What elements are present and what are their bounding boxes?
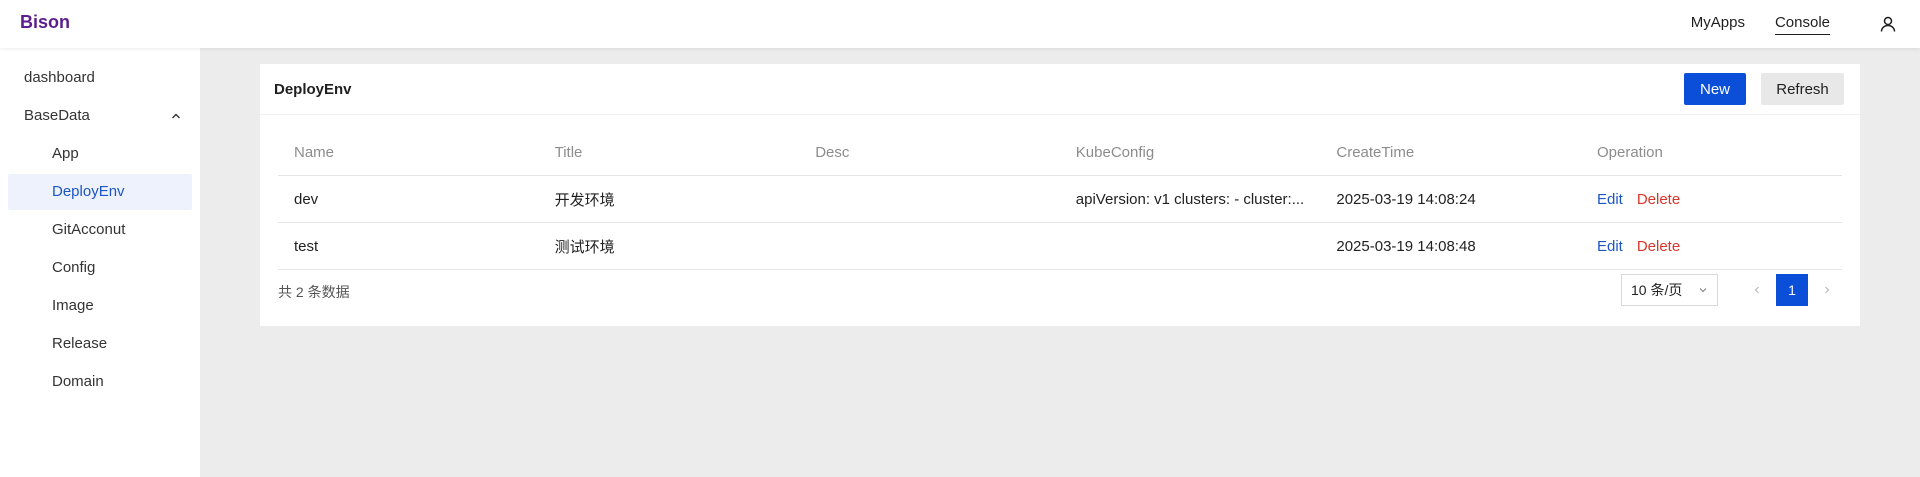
sidebar-item-app[interactable]: App xyxy=(8,136,192,172)
sidebar-item-image[interactable]: Image xyxy=(8,288,192,324)
sidebar-item-gitacconut[interactable]: GitAcconut xyxy=(8,212,192,248)
sidebar-group-label: BaseData xyxy=(24,107,90,124)
sidebar-item-deployenv[interactable]: DeployEnv xyxy=(8,174,192,210)
cell-name: dev xyxy=(294,190,319,208)
column-header-operation: Operation xyxy=(1596,143,1663,161)
table-header-row: Name Title Desc KubeConfig CreateTime Op… xyxy=(278,129,1842,176)
column-header-kubeconfig: KubeConfig xyxy=(1075,143,1155,161)
cell-operation: Edit Delete xyxy=(1581,191,1842,208)
card-header: DeployEnv New Refresh xyxy=(260,64,1860,115)
sidebar-item-domain[interactable]: Domain xyxy=(8,364,192,400)
cell-operation: Edit Delete xyxy=(1581,238,1842,255)
brand-logo[interactable]: Bison xyxy=(20,12,70,33)
cell-title: 开发环境 xyxy=(554,191,615,209)
new-button[interactable]: New xyxy=(1684,73,1746,105)
top-nav: MyApps Console xyxy=(1691,0,1900,48)
edit-link[interactable]: Edit xyxy=(1597,238,1623,255)
column-header-desc: Desc xyxy=(815,143,850,161)
nav-console[interactable]: Console xyxy=(1774,14,1830,35)
chevron-down-icon xyxy=(1698,275,1708,305)
edit-link[interactable]: Edit xyxy=(1597,191,1623,208)
cell-createtime: 2025-03-19 14:08:24 xyxy=(1336,190,1476,208)
column-header-createtime: CreateTime xyxy=(1336,143,1415,161)
cell-createtime: 2025-03-19 14:08:48 xyxy=(1336,237,1476,255)
page-size-value: 10 条/页 xyxy=(1631,282,1683,298)
column-header-title: Title xyxy=(554,143,583,161)
table-row: dev 开发环境 apiVersion: v1 clusters: - clus… xyxy=(278,176,1842,223)
delete-link[interactable]: Delete xyxy=(1637,238,1680,255)
sidebar-item-release[interactable]: Release xyxy=(8,326,192,362)
cell-kubeconfig: apiVersion: v1 clusters: - cluster:... xyxy=(1075,190,1305,208)
sidebar-item-dashboard[interactable]: dashboard xyxy=(8,60,192,96)
sidebar-group-basedata[interactable]: BaseData xyxy=(8,98,192,134)
delete-link[interactable]: Delete xyxy=(1637,191,1680,208)
column-header-name: Name xyxy=(294,143,335,161)
user-icon[interactable] xyxy=(1876,12,1900,36)
total-count: 共 2 条数据 xyxy=(278,284,350,300)
chevron-up-icon xyxy=(170,98,182,134)
cell-name: test xyxy=(294,237,319,255)
prev-page-icon[interactable] xyxy=(1742,274,1772,306)
page-size-select[interactable]: 10 条/页 xyxy=(1621,274,1718,306)
deployenv-card: DeployEnv New Refresh Name Title Desc Ku… xyxy=(260,64,1860,326)
cell-title: 测试环境 xyxy=(554,238,615,256)
table-footer: 共 2 条数据 10 条/页 1 xyxy=(278,274,1842,310)
table-row: test 测试环境 2025-03-19 14:08:48 Edit Delete xyxy=(278,223,1842,270)
sidebar: dashboard BaseData App DeployEnv GitAcco… xyxy=(0,48,200,477)
page-number-current[interactable]: 1 xyxy=(1776,274,1808,306)
page-title: DeployEnv xyxy=(274,80,352,98)
sidebar-item-config[interactable]: Config xyxy=(8,250,192,286)
refresh-button[interactable]: Refresh xyxy=(1761,73,1844,105)
top-bar: Bison MyApps Console xyxy=(0,0,1920,48)
deployenv-table: Name Title Desc KubeConfig CreateTime Op… xyxy=(278,129,1842,270)
nav-myapps[interactable]: MyApps xyxy=(1691,14,1745,34)
next-page-icon[interactable] xyxy=(1812,274,1842,306)
pagination: 10 条/页 1 xyxy=(1621,274,1842,306)
